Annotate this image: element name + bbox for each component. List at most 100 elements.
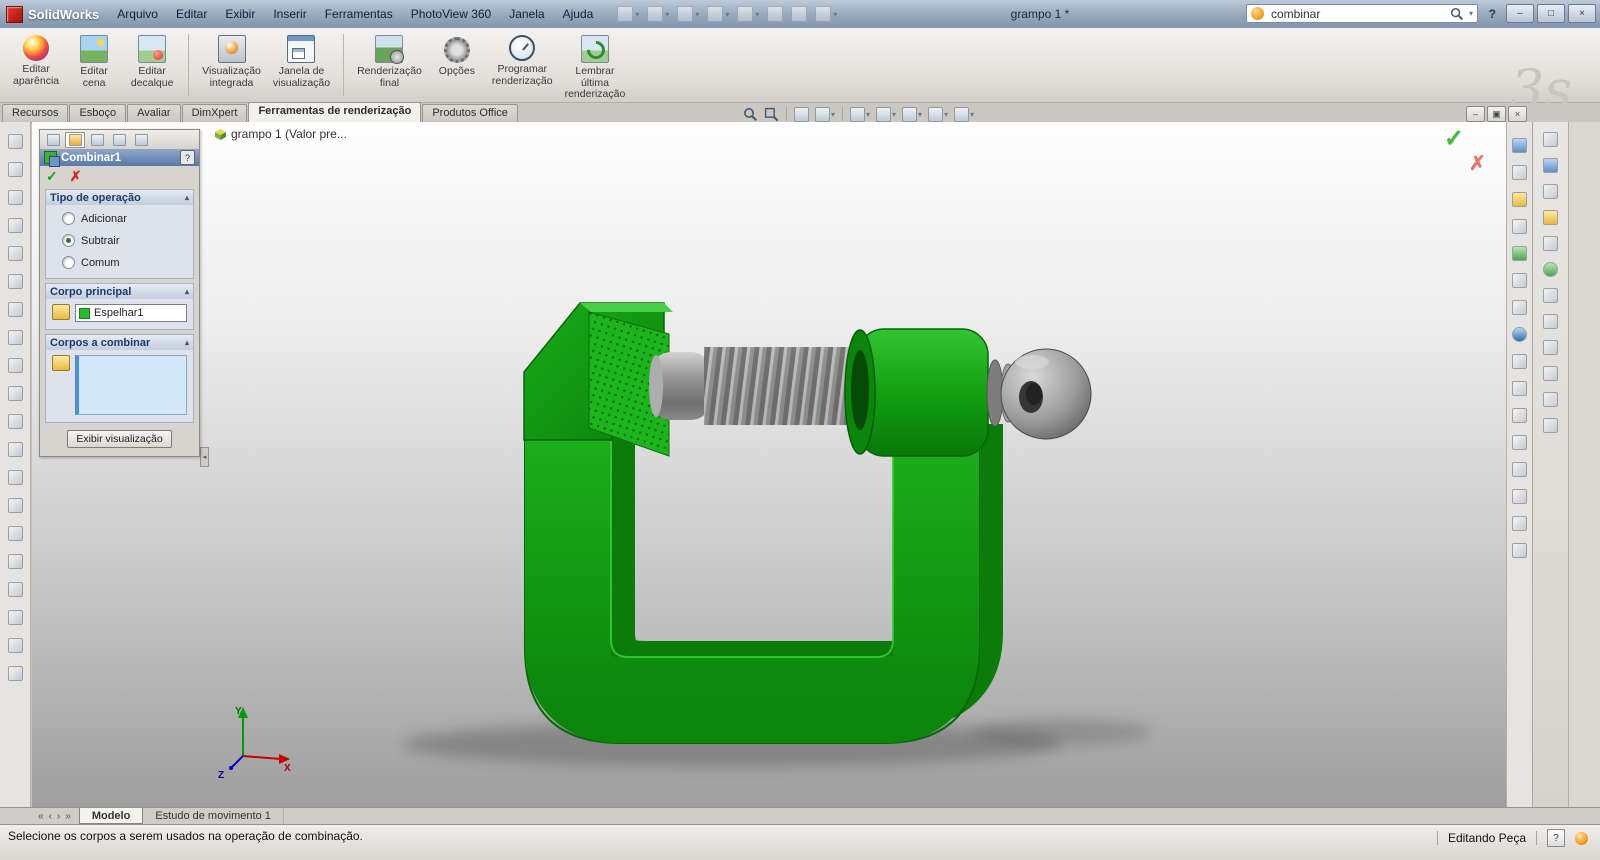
redo-icon[interactable] (767, 6, 784, 22)
right-toolbar-icon[interactable] (1510, 298, 1529, 317)
task-pane-icon[interactable] (1541, 364, 1560, 383)
render-options-button[interactable]: Opções (429, 32, 485, 81)
prev-tab-button[interactable]: ‹ (49, 811, 52, 822)
recall-last-render-button[interactable]: Lembrar última renderização (560, 32, 631, 104)
open-document-icon[interactable]: ▾ (647, 6, 669, 22)
confirmation-corner-cancel-icon[interactable]: ✗ (1469, 151, 1486, 176)
save-icon[interactable]: ▾ (677, 6, 699, 22)
menu-ferramentas[interactable]: Ferramentas (317, 4, 401, 24)
tab-produtos-office[interactable]: Produtos Office (422, 104, 518, 122)
right-toolbar-icon[interactable] (1510, 487, 1529, 506)
right-toolbar-icon[interactable] (1510, 433, 1529, 452)
right-toolbar-icon[interactable] (1510, 460, 1529, 479)
left-toolbar-icon[interactable] (6, 440, 25, 459)
radio-adicionar[interactable]: Adicionar (62, 212, 187, 225)
previous-view-icon[interactable] (793, 106, 810, 122)
options-quick-icon[interactable]: ▾ (815, 6, 837, 22)
task-pane-collapse-icon[interactable] (1541, 130, 1560, 149)
integrated-preview-button[interactable]: Visualização integrada (197, 32, 266, 92)
tab-esboco[interactable]: Esboço (69, 104, 127, 122)
left-toolbar-icon[interactable] (6, 608, 25, 627)
display-manager-tab[interactable] (131, 132, 151, 148)
last-tab-button[interactable]: » (65, 811, 71, 822)
radio-comum[interactable]: Comum (62, 256, 187, 269)
search-dropdown-icon[interactable]: ▾ (1469, 9, 1473, 18)
right-toolbar-icon[interactable] (1510, 244, 1529, 263)
edit-decal-button[interactable]: Editar decalque (124, 32, 180, 92)
collapse-chevron-icon[interactable]: ▴ (185, 287, 189, 296)
edit-appearance-quick-icon[interactable]: ▾ (927, 106, 949, 122)
doc-close-button[interactable]: × (1508, 106, 1527, 122)
menu-exibir[interactable]: Exibir (217, 4, 263, 24)
left-toolbar-icon[interactable] (6, 356, 25, 375)
close-button[interactable]: × (1568, 4, 1596, 23)
menu-ajuda[interactable]: Ajuda (555, 4, 602, 24)
quick-tips-icon[interactable] (1575, 831, 1588, 845)
left-toolbar-icon[interactable] (6, 664, 25, 683)
dimxpert-manager-tab[interactable] (109, 132, 129, 148)
tab-estudo-movimento[interactable]: Estudo de movimento 1 (143, 808, 284, 824)
apply-scene-icon[interactable]: ▾ (953, 106, 975, 122)
tab-ferramentas-renderizacao[interactable]: Ferramentas de renderização (248, 102, 422, 122)
radio-subtrair[interactable]: Subtrair (62, 234, 187, 247)
new-document-icon[interactable]: ▾ (617, 6, 639, 22)
right-toolbar-icon[interactable] (1510, 217, 1529, 236)
preview-window-button[interactable]: Janela de visualização (268, 32, 335, 92)
schedule-render-button[interactable]: Programar renderização (487, 32, 558, 90)
left-toolbar-icon[interactable] (6, 160, 25, 179)
menu-janela[interactable]: Janela (501, 4, 552, 24)
edit-scene-button[interactable]: Editar cena (66, 32, 122, 92)
collapse-chevron-icon[interactable]: ▴ (185, 338, 189, 347)
edit-appearance-button[interactable]: Editar aparência (8, 32, 64, 90)
pm-help-button[interactable]: ? (180, 150, 195, 165)
right-toolbar-icon[interactable] (1510, 190, 1529, 209)
left-toolbar-icon[interactable] (6, 244, 25, 263)
solidworks-resources-icon[interactable] (1541, 156, 1560, 175)
model-canvas[interactable]: Y X Z (32, 122, 1506, 807)
right-toolbar-icon[interactable] (1510, 163, 1529, 182)
search-magnifier-icon[interactable] (1450, 7, 1464, 21)
show-preview-button[interactable]: Exibir visualização (67, 430, 172, 448)
left-toolbar-icon[interactable] (6, 552, 25, 571)
task-pane-icon[interactable] (1541, 312, 1560, 331)
left-toolbar-icon[interactable] (6, 300, 25, 319)
menu-arquivo[interactable]: Arquivo (109, 4, 166, 24)
right-toolbar-icon[interactable] (1510, 379, 1529, 398)
search-box[interactable]: ▾ (1246, 4, 1478, 23)
left-toolbar-icon[interactable] (6, 580, 25, 599)
zoom-fit-icon[interactable] (742, 106, 759, 122)
left-toolbar-icon[interactable] (6, 132, 25, 151)
right-toolbar-icon[interactable] (1510, 136, 1529, 155)
left-toolbar-icon[interactable] (6, 328, 25, 347)
property-manager-tab[interactable] (65, 131, 85, 148)
left-toolbar-icon[interactable] (6, 524, 25, 543)
doc-minimize-button[interactable]: – (1466, 106, 1485, 122)
right-toolbar-icon[interactable] (1510, 514, 1529, 533)
doc-restore-button[interactable]: ▣ (1487, 106, 1506, 122)
bodies-selection-box[interactable] (75, 355, 187, 415)
custom-properties-icon[interactable] (1541, 286, 1560, 305)
help-button[interactable]: ? (1489, 7, 1496, 21)
left-toolbar-icon[interactable] (6, 636, 25, 655)
left-toolbar-icon[interactable] (6, 188, 25, 207)
menu-inserir[interactable]: Inserir (265, 4, 314, 24)
combine-bodies-header[interactable]: Corpos a combinar ▴ (46, 335, 193, 350)
right-toolbar-icon[interactable] (1510, 406, 1529, 425)
main-body-field[interactable]: Espelhar1 (75, 304, 187, 322)
left-toolbar-icon[interactable] (6, 496, 25, 515)
left-toolbar-icon[interactable] (6, 216, 25, 235)
hide-show-items-icon[interactable]: ▾ (901, 106, 923, 122)
print-icon[interactable]: ▾ (707, 6, 729, 22)
design-library-icon[interactable] (1541, 182, 1560, 201)
zoom-area-icon[interactable] (763, 106, 780, 122)
collapse-chevron-icon[interactable]: ▴ (185, 193, 189, 202)
right-toolbar-icon[interactable] (1510, 271, 1529, 290)
tab-modelo[interactable]: Modelo (78, 808, 144, 824)
ok-button[interactable]: ✓ (46, 169, 58, 183)
rebuild-icon[interactable] (791, 6, 808, 22)
confirmation-corner-ok-icon[interactable]: ✓ (1444, 124, 1464, 153)
status-help-button[interactable]: ? (1547, 829, 1565, 847)
task-pane-icon[interactable] (1541, 390, 1560, 409)
right-toolbar-icon[interactable] (1510, 352, 1529, 371)
configuration-manager-tab[interactable] (87, 132, 107, 148)
